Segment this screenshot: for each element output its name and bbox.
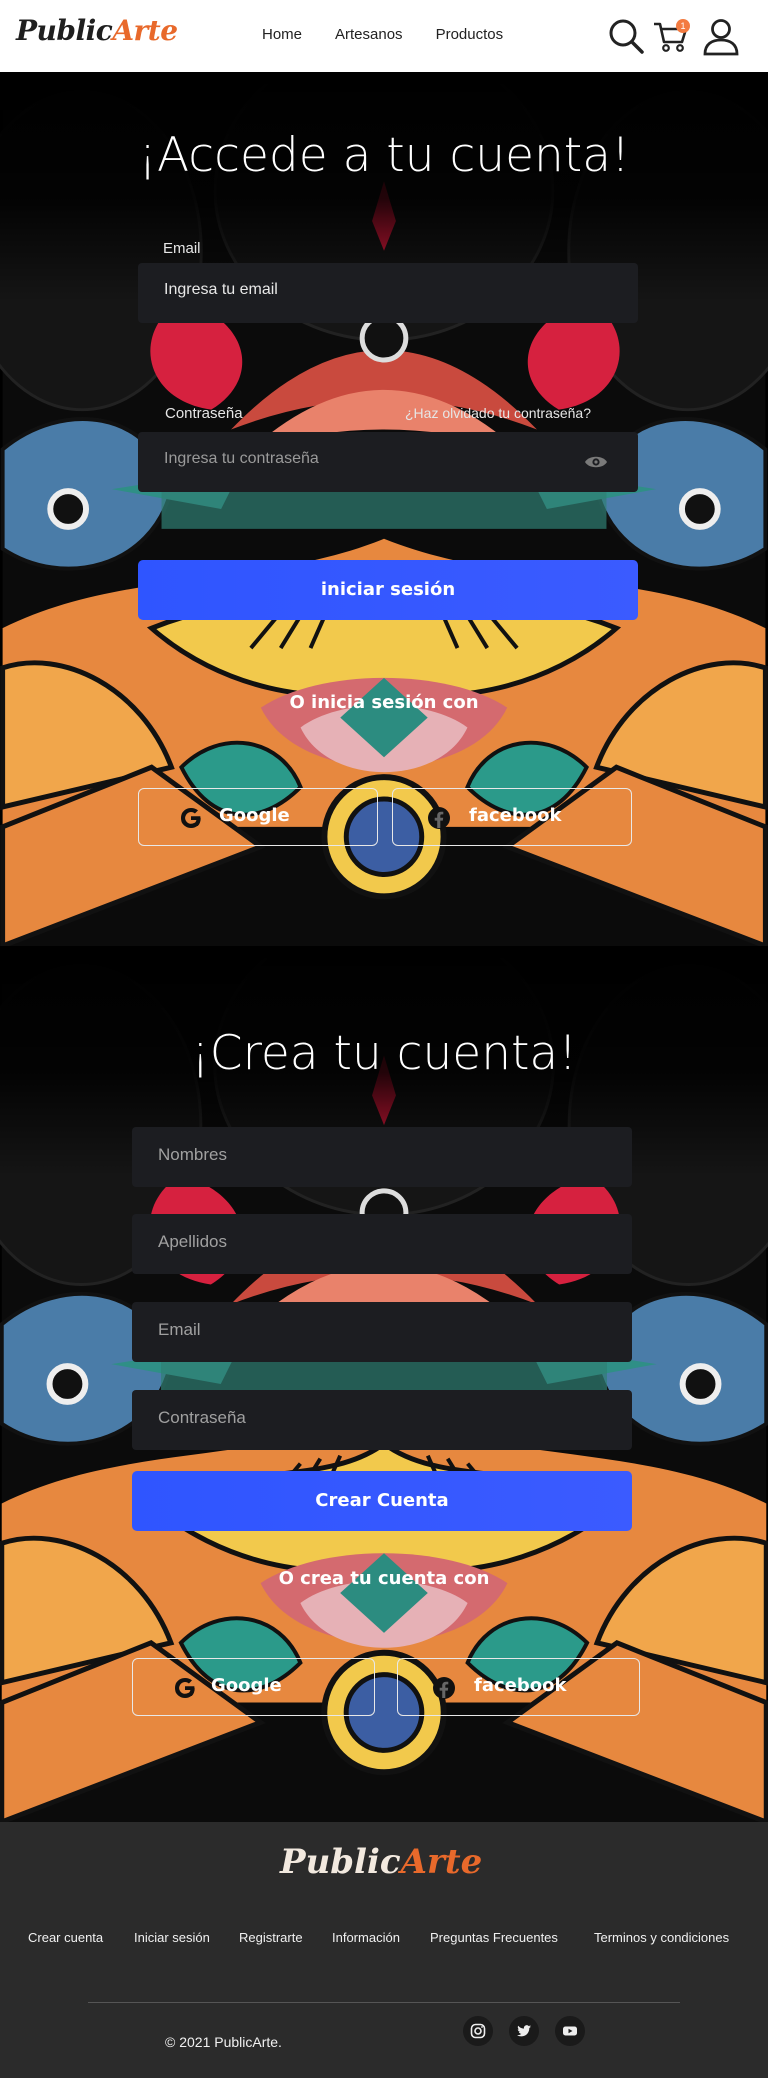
register-title: ¡Crea tu cuenta! (190, 1026, 578, 1081)
instagram-icon[interactable] (463, 2016, 493, 2046)
login-password-placeholder: Ingresa tu contraseña (164, 450, 319, 467)
facebook-icon (433, 1677, 455, 1699)
search-icon[interactable] (608, 18, 644, 58)
youtube-icon[interactable] (555, 2016, 585, 2046)
eye-icon[interactable] (584, 453, 608, 475)
login-email-placeholder: Ingresa tu email (164, 281, 278, 298)
login-alt-text: O inicia sesión con (289, 692, 479, 713)
footer-divider (88, 2002, 680, 2003)
register-google-button[interactable]: Google (132, 1658, 375, 1716)
login-google-button[interactable]: Google (138, 788, 378, 846)
login-title: ¡Accede a tu cuenta! (138, 128, 630, 183)
lastnames-placeholder: Apellidos (158, 1232, 227, 1251)
footer-link-terminos[interactable]: Terminos y condiciones (594, 1930, 729, 1945)
register-section: ¡Crea tu cuenta! Nombres Apellidos Email… (0, 946, 768, 1822)
register-password-field[interactable]: Contraseña (132, 1390, 632, 1450)
google-icon (175, 1678, 195, 1698)
register-facebook-button[interactable]: facebook (397, 1658, 640, 1716)
footer-logo[interactable]: PublicArte (280, 1842, 482, 1882)
register-email-placeholder: Email (158, 1320, 201, 1339)
footer-link-preguntas[interactable]: Preguntas Frecuentes (430, 1930, 558, 1945)
forgot-password-link[interactable]: ¿Haz olvidado tu contraseña? (405, 405, 591, 421)
site-header: PublicArte Home Artesanos Productos 1 (0, 0, 768, 72)
google-label: Google (211, 1675, 282, 1696)
nav-artesanos[interactable]: Artesanos (335, 26, 403, 43)
site-footer: PublicArte Crear cuenta Iniciar sesión R… (0, 1822, 768, 2078)
nav-home[interactable]: Home (262, 26, 302, 43)
register-lastnames-field[interactable]: Apellidos (132, 1214, 632, 1274)
facebook-label: facebook (469, 805, 562, 826)
cart-count-badge: 1 (676, 19, 690, 33)
create-account-button[interactable]: Crear Cuenta (132, 1471, 632, 1531)
register-alt-text: O crea tu cuenta con (278, 1568, 490, 1589)
names-placeholder: Nombres (158, 1145, 227, 1164)
site-logo[interactable]: PublicArte (16, 14, 178, 47)
login-submit-button[interactable]: iniciar sesión (138, 560, 638, 620)
register-email-field[interactable]: Email (132, 1302, 632, 1362)
copyright: © 2021 PublicArte. (165, 2034, 282, 2050)
main-nav: Home Artesanos Productos (262, 26, 503, 43)
password-label: Contraseña (165, 405, 243, 422)
google-icon (181, 808, 201, 828)
footer-link-informacion[interactable]: Información (332, 1930, 400, 1945)
email-label: Email (163, 240, 201, 257)
twitter-icon[interactable] (509, 2016, 539, 2046)
user-icon[interactable] (702, 18, 740, 60)
google-label: Google (219, 805, 290, 826)
footer-link-crear-cuenta[interactable]: Crear cuenta (28, 1930, 103, 1945)
facebook-label: facebook (474, 1675, 567, 1696)
footer-link-iniciar-sesion[interactable]: Iniciar sesión (134, 1930, 210, 1945)
footer-link-registrarte[interactable]: Registrarte (239, 1930, 303, 1945)
login-email-field[interactable]: Ingresa tu email (138, 263, 638, 323)
register-names-field[interactable]: Nombres (132, 1127, 632, 1187)
login-facebook-button[interactable]: facebook (392, 788, 632, 846)
nav-productos[interactable]: Productos (436, 26, 504, 43)
login-password-field[interactable]: Ingresa tu contraseña (138, 432, 638, 492)
register-password-placeholder: Contraseña (158, 1408, 246, 1427)
login-section: ¡Accede a tu cuenta! Email Ingresa tu em… (0, 72, 768, 946)
facebook-icon (428, 807, 450, 829)
